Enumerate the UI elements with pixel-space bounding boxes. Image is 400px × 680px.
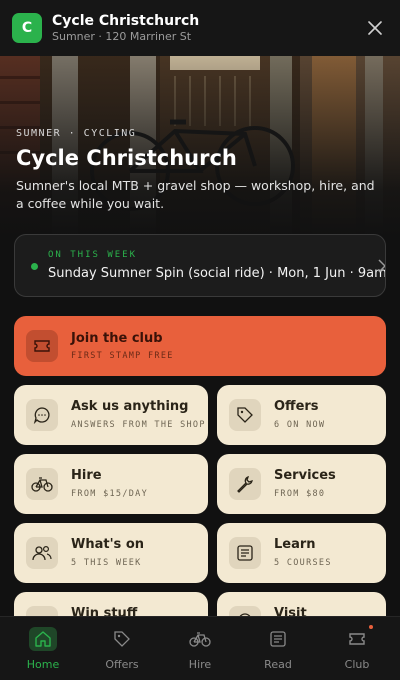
tab-label: Offers bbox=[105, 658, 139, 671]
tile-title: Ask us anything bbox=[71, 399, 189, 414]
wrench-icon bbox=[229, 468, 261, 500]
tile-subtitle: 5 THIS WEEK bbox=[71, 558, 142, 568]
tab-label: Home bbox=[26, 658, 60, 671]
close-button[interactable] bbox=[364, 17, 386, 39]
shop-logo: C bbox=[12, 13, 42, 43]
hero-eyebrow: SUMNER · CYCLING bbox=[16, 128, 137, 139]
tab-label: Hire bbox=[188, 658, 212, 671]
tab-offers[interactable]: Offers bbox=[82, 617, 162, 680]
tab-read[interactable]: Read bbox=[238, 617, 318, 680]
tab-hire[interactable]: Hire bbox=[160, 617, 240, 680]
tile-subtitle: 5 COURSES bbox=[274, 558, 332, 568]
tile-subtitle: ANSWERS FROM THE SHOP bbox=[71, 420, 206, 430]
people-icon bbox=[26, 537, 58, 569]
event-card[interactable]: ON THIS WEEK Sunday Sumner Spin (social … bbox=[14, 234, 386, 297]
tag-icon bbox=[229, 399, 261, 431]
tile-offers[interactable]: Offers 6 ON NOW bbox=[217, 385, 386, 445]
ticket-icon bbox=[26, 330, 58, 362]
tile-title: What's on bbox=[71, 537, 145, 552]
tab-club[interactable]: Club bbox=[317, 617, 397, 680]
join-club-button[interactable]: Join the club FIRST STAMP FREE bbox=[14, 316, 386, 376]
chevron-right-icon bbox=[378, 259, 385, 273]
tile-title: Hire bbox=[71, 468, 102, 483]
join-subtitle: FIRST STAMP FREE bbox=[71, 351, 174, 361]
tab-label: Read bbox=[264, 658, 292, 671]
tile-services[interactable]: Services FROM $80 bbox=[217, 454, 386, 514]
tile-title: Services bbox=[274, 468, 336, 483]
tab-home[interactable]: Home bbox=[3, 617, 83, 680]
hero-title: Cycle Christchurch bbox=[16, 146, 237, 170]
event-text: Sunday Sumner Spin (social ride) · Mon, … bbox=[48, 266, 386, 281]
tile-hire[interactable]: Hire FROM $15/DAY bbox=[14, 454, 208, 514]
tab-label: Club bbox=[344, 658, 370, 671]
live-dot bbox=[31, 263, 38, 270]
header-title: Cycle Christchurch bbox=[52, 12, 200, 29]
event-label: ON THIS WEEK bbox=[48, 250, 138, 260]
tile-whats-on[interactable]: What's on 5 THIS WEEK bbox=[14, 523, 208, 583]
tile-ask-us[interactable]: Ask us anything ANSWERS FROM THE SHOP bbox=[14, 385, 208, 445]
app-header: C Cycle Christchurch Sumner · 120 Marrin… bbox=[0, 0, 400, 56]
document-icon bbox=[264, 627, 292, 651]
hero-section: SUMNER · CYCLING Cycle Christchurch Sumn… bbox=[0, 56, 400, 236]
tag-icon bbox=[108, 627, 136, 651]
ticket-icon bbox=[343, 627, 371, 651]
header-subtitle: Sumner · 120 Marriner St bbox=[52, 29, 192, 43]
tile-subtitle: 6 ON NOW bbox=[274, 420, 326, 430]
bottom-tab-bar: Home Offers Hire Read Club bbox=[0, 616, 400, 680]
tile-subtitle: FROM $80 bbox=[274, 489, 326, 499]
bike-icon bbox=[186, 627, 214, 651]
tile-title: Learn bbox=[274, 537, 316, 552]
hero-description: Sumner's local MTB + gravel shop — works… bbox=[16, 178, 375, 211]
chat-icon bbox=[26, 399, 58, 431]
notification-dot bbox=[369, 625, 373, 629]
tile-learn[interactable]: Learn 5 COURSES bbox=[217, 523, 386, 583]
tile-subtitle: FROM $15/DAY bbox=[71, 489, 149, 499]
document-icon bbox=[229, 537, 261, 569]
tile-title: Offers bbox=[274, 399, 319, 414]
close-icon bbox=[368, 21, 382, 35]
join-title: Join the club bbox=[71, 331, 163, 346]
bike-icon bbox=[26, 468, 58, 500]
home-icon bbox=[29, 627, 57, 651]
